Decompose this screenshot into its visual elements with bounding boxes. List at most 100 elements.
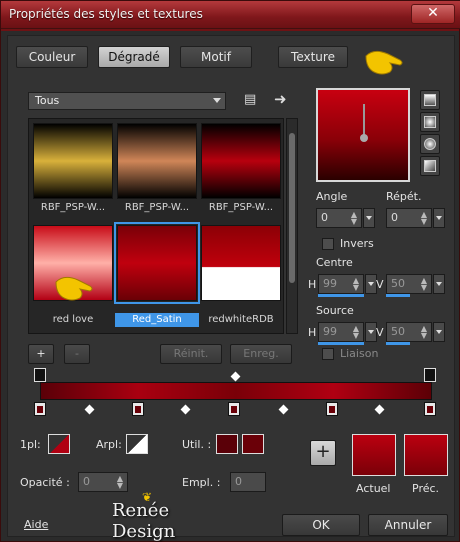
previous-label: Préc.	[412, 482, 440, 495]
angle-value: 0	[321, 211, 328, 224]
repeat-value: 0	[391, 211, 398, 224]
source-label: Source	[316, 304, 354, 317]
source-h-label: H	[308, 326, 317, 339]
angle-label: Angle	[316, 190, 348, 203]
remove-gradient-button[interactable]: -	[64, 344, 90, 364]
repeat-input[interactable]: 0 ▲ ▼	[386, 208, 445, 228]
color-midpoint[interactable]	[374, 404, 385, 415]
source-v-value: 50	[391, 325, 405, 338]
reset-button[interactable]: Réinit.	[160, 344, 222, 364]
center-v-label: V	[376, 278, 384, 291]
color-stop-fill	[231, 406, 237, 413]
stepper-icon[interactable]: ▲ ▼	[351, 325, 361, 340]
center-h-slider[interactable]	[318, 294, 364, 297]
color-stop-fill	[329, 406, 335, 413]
stepper-icon[interactable]: ▲ ▼	[115, 475, 125, 490]
link-checkbox[interactable]	[322, 348, 334, 360]
angle-input[interactable]: 0 ▲ ▼	[316, 208, 375, 228]
sunburst-mode-button[interactable]	[420, 134, 440, 154]
invert-checkbox[interactable]	[322, 238, 334, 250]
rectangular-mode-button[interactable]	[420, 112, 440, 132]
gradient-swatch[interactable]	[201, 123, 281, 199]
opacity-midpoint[interactable]	[230, 371, 241, 382]
gradient-swatch[interactable]	[201, 225, 281, 301]
color-stop-fill	[37, 406, 43, 413]
center-v-value: 50	[391, 277, 405, 290]
angle-needle[interactable]	[360, 104, 368, 142]
tab-degrade[interactable]: Dégradé	[98, 46, 170, 68]
radial-mode-button[interactable]	[420, 156, 440, 176]
stepper-icon[interactable]: ▲ ▼	[419, 211, 429, 226]
tab-texture[interactable]: Texture	[278, 46, 348, 68]
one-plane-label: 1pl:	[20, 438, 41, 451]
color-midpoint[interactable]	[84, 404, 95, 415]
center-v-input[interactable]: 50 ▲ ▼	[386, 274, 445, 294]
stepper-icon[interactable]: ▲ ▼	[351, 277, 361, 292]
category-dropdown-value: Tous	[35, 94, 60, 107]
close-button[interactable]: ✕	[411, 4, 455, 24]
location-input[interactable]: 0	[230, 472, 266, 492]
gradient-preview[interactable]	[316, 88, 410, 182]
chevron-down-icon[interactable]	[433, 322, 445, 342]
source-v-slider[interactable]	[386, 342, 410, 345]
opacity-input[interactable]: 0 ▲ ▼	[78, 472, 128, 492]
color-stop[interactable]	[132, 402, 144, 416]
chevron-down-icon	[213, 98, 221, 103]
arrow-right-icon[interactable]: ➜	[274, 90, 287, 108]
previous-swatch[interactable]	[404, 434, 448, 476]
cancel-button[interactable]: Annuler	[368, 514, 448, 536]
category-dropdown[interactable]: Tous	[28, 92, 226, 110]
opacity-stop-right[interactable]	[424, 368, 436, 382]
opacity-label: Opacité :	[20, 476, 70, 489]
used-swatch-1[interactable]	[216, 434, 238, 454]
center-h-label: H	[308, 278, 317, 291]
pointing-hand-icon	[365, 50, 403, 75]
color-midpoint[interactable]	[180, 404, 191, 415]
chevron-down-icon[interactable]	[433, 208, 445, 228]
scrollbar-thumb[interactable]	[289, 133, 295, 283]
add-swatch-button[interactable]: +	[310, 440, 336, 466]
dialog-body: Couleur Dégradé Motif Texture Tous ▤ ➜ R…	[7, 35, 455, 542]
linear-mode-button[interactable]	[420, 90, 440, 110]
used-swatch-2[interactable]	[242, 434, 264, 454]
source-h-value: 99	[323, 325, 337, 338]
color-stop[interactable]	[228, 402, 240, 416]
color-stop[interactable]	[34, 402, 46, 416]
tab-motif[interactable]: Motif	[180, 46, 252, 68]
gradient-scrollbar[interactable]	[286, 118, 298, 334]
window-title: Propriétés des styles et textures	[9, 7, 203, 21]
gradient-swatch[interactable]	[117, 123, 197, 199]
gradient-swatch[interactable]	[33, 123, 113, 199]
source-h-slider[interactable]	[318, 342, 364, 345]
watermark: Renée Design	[112, 500, 176, 542]
chevron-down-icon[interactable]	[363, 208, 375, 228]
library-icon[interactable]: ▤	[244, 92, 256, 107]
ok-button[interactable]: OK	[282, 514, 360, 536]
color-stop[interactable]	[424, 402, 436, 416]
help-link[interactable]: Aide	[24, 518, 48, 531]
color-midpoint[interactable]	[278, 404, 289, 415]
center-h-input[interactable]: 99 ▲ ▼	[318, 274, 377, 294]
color-stop[interactable]	[326, 402, 338, 416]
center-h-value: 99	[323, 277, 337, 290]
linear-gradient-icon	[424, 94, 436, 106]
source-v-input[interactable]: 50 ▲ ▼	[386, 322, 445, 342]
opacity-stop-left[interactable]	[34, 368, 46, 382]
gradient-swatch-selected[interactable]	[114, 222, 200, 304]
current-swatch[interactable]	[352, 434, 396, 476]
tab-couleur[interactable]: Couleur	[16, 46, 88, 68]
center-v-slider[interactable]	[386, 294, 410, 297]
chevron-down-icon[interactable]	[433, 274, 445, 294]
save-gradient-button[interactable]: Enreg.	[230, 344, 292, 364]
stepper-icon[interactable]: ▲ ▼	[419, 325, 429, 340]
one-plane-swatch[interactable]	[48, 434, 70, 454]
add-gradient-button[interactable]: +	[28, 344, 54, 364]
stepper-icon[interactable]: ▲ ▼	[349, 211, 359, 226]
source-h-input[interactable]: 99 ▲ ▼	[318, 322, 377, 342]
stepper-icon[interactable]: ▲ ▼	[419, 277, 429, 292]
gradient-editor-bar[interactable]	[40, 382, 432, 400]
gradient-label: RBF_PSP-W...	[40, 202, 106, 213]
used-label: Util. :	[182, 438, 212, 451]
gradient-label-selected: Red_Satin	[115, 313, 199, 327]
back-plane-swatch[interactable]	[126, 434, 148, 454]
